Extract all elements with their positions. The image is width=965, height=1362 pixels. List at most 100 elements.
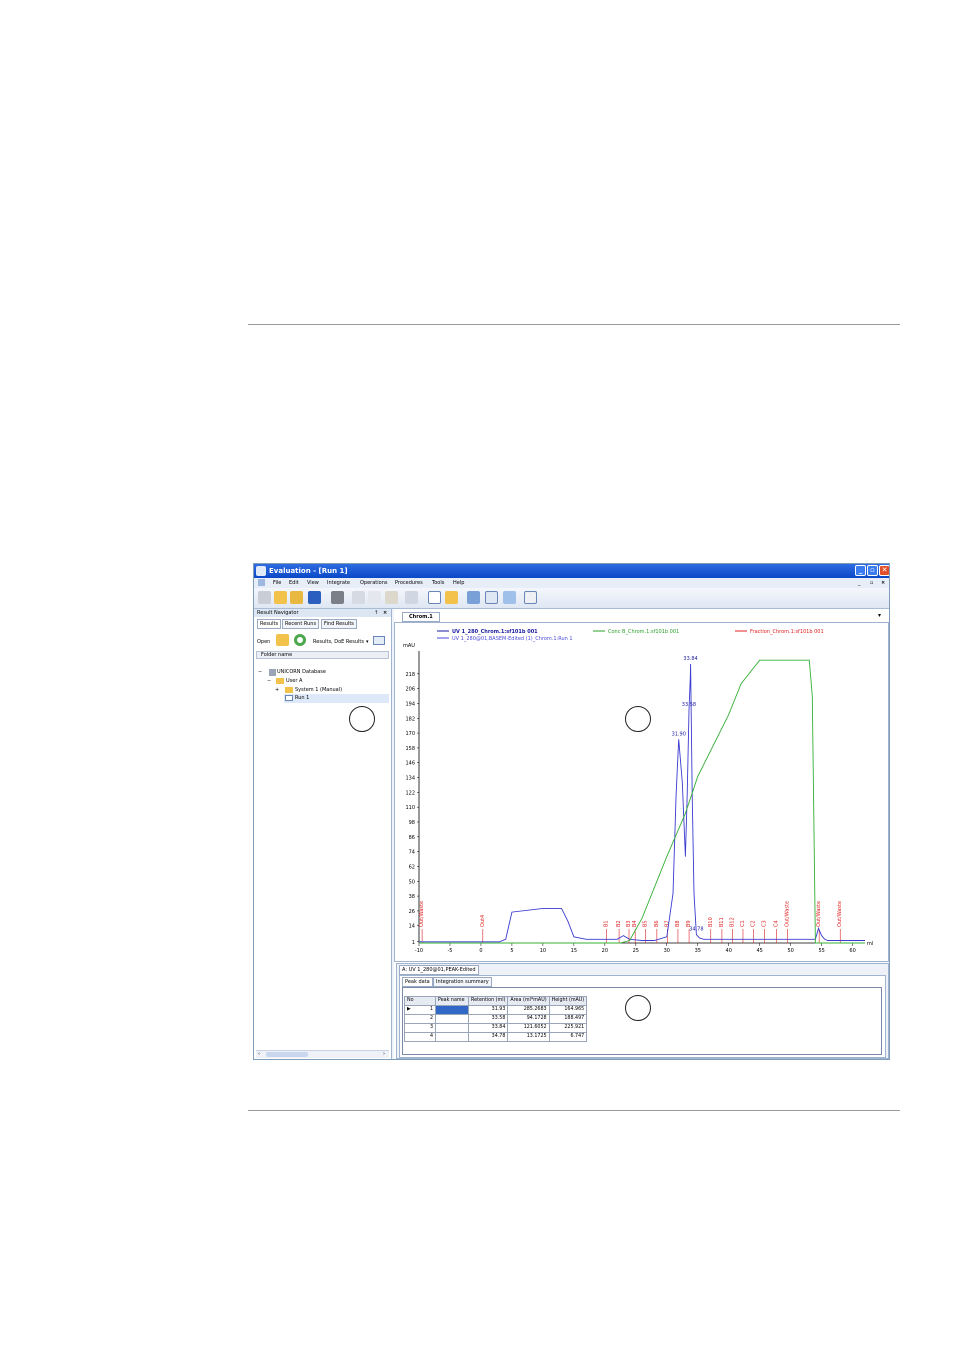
peak-table-icon[interactable] <box>503 591 516 604</box>
fraction-label: B2 <box>616 920 622 927</box>
x-axis-label: ml <box>867 941 873 947</box>
menu-help[interactable]: Help <box>453 578 464 588</box>
view-options-icon[interactable] <box>373 636 385 645</box>
top-rule <box>248 324 900 325</box>
open-multiple-icon[interactable] <box>290 591 303 604</box>
callout-circle-chart <box>625 706 651 732</box>
mdi-minimize-icon[interactable]: _ <box>858 578 861 588</box>
menu-view[interactable]: View <box>307 578 319 588</box>
peak-label-icon[interactable] <box>485 591 498 604</box>
navigator-close-icon[interactable]: × <box>383 609 387 617</box>
peak-name-cell[interactable] <box>435 1032 469 1042</box>
legend-entry: Fraction_Chrom.1:sf101b 001 <box>750 629 824 635</box>
col-peak-name[interactable]: Peak name <box>435 996 469 1006</box>
bottom-rule <box>248 1110 900 1111</box>
tree-item-database[interactable]: UNICORN Database <box>277 668 326 676</box>
menu-edit[interactable]: Edit <box>289 578 299 588</box>
tab-recent-runs[interactable]: Recent Runs <box>282 619 320 629</box>
pin-icon[interactable]: ↑ <box>374 609 378 617</box>
print-icon[interactable] <box>331 591 344 604</box>
peak-name-cell-selected[interactable] <box>435 1005 469 1015</box>
pane-dropdown-icon[interactable]: ▾ <box>878 612 881 619</box>
y-tick-label: 170 <box>405 731 415 737</box>
folder-icon <box>285 687 293 693</box>
fraction-label: B3 <box>626 920 632 927</box>
horizontal-scrollbar[interactable]: ‹ › <box>256 1050 389 1058</box>
run-icon <box>285 695 293 701</box>
tab-results[interactable]: Results <box>257 619 282 629</box>
height-cell: 188.497 <box>548 1014 588 1024</box>
toolbar <box>254 588 889 609</box>
peak-label: 31.90 <box>672 731 686 737</box>
y-tick-label: 134 <box>405 776 415 782</box>
peak-name-cell[interactable] <box>435 1014 469 1024</box>
table-row[interactable]: 2 33.58 94.1728 188.497 <box>404 1014 588 1024</box>
x-tick-label: 15 <box>571 948 577 954</box>
x-tick-label: -10 <box>415 948 423 954</box>
integrate-icon[interactable] <box>467 591 480 604</box>
minimize-button[interactable]: _ <box>855 565 866 576</box>
y-tick-label: 122 <box>405 790 415 796</box>
table-row[interactable]: ▶ 1 31.93 285.2683 164.965 <box>404 1005 588 1015</box>
filter-dropdown-icon[interactable]: ▾ <box>366 638 369 646</box>
col-retention[interactable]: Retention (ml) <box>467 996 509 1006</box>
report-icon[interactable] <box>524 591 537 604</box>
tab-peak-table[interactable]: A: UV 1_280@01,PEAK-Edited <box>399 965 479 975</box>
mdi-close-icon[interactable]: × <box>881 578 885 588</box>
scroll-left-icon[interactable]: ‹ <box>258 1050 260 1058</box>
layout-icon[interactable] <box>445 591 458 604</box>
tab-find-results[interactable]: Find Results <box>321 619 357 629</box>
scroll-right-icon[interactable]: › <box>383 1050 385 1058</box>
retention-cell: 34.78 <box>467 1032 509 1042</box>
cut-icon[interactable] <box>352 591 365 604</box>
y-tick-label: 26 <box>409 909 415 915</box>
mdi-restore-icon[interactable]: ▫ <box>870 578 873 588</box>
open-folder-button-icon[interactable] <box>276 634 289 646</box>
tree-expander-user[interactable]: − <box>267 677 271 685</box>
refresh-icon[interactable] <box>294 634 306 646</box>
col-height[interactable]: Height (mAU) <box>548 996 588 1006</box>
chromatogram-icon[interactable] <box>428 591 441 604</box>
tab-peak-data[interactable]: Peak data <box>402 977 433 987</box>
menu-tools[interactable]: Tools <box>432 578 444 588</box>
undo-icon[interactable] <box>405 591 418 604</box>
open-folder-icon[interactable] <box>274 591 287 604</box>
menu-operations[interactable]: Operations <box>360 578 388 588</box>
col-area[interactable]: Area (ml*mAU) <box>507 996 550 1006</box>
menu-procedures[interactable]: Procedures <box>395 578 423 588</box>
tree-item-run-selected[interactable]: Run 1 <box>284 694 389 703</box>
table-row[interactable]: 4 34.78 13.1725 6.747 <box>404 1032 588 1042</box>
tab-integration-summary[interactable]: Integration summary <box>433 977 492 987</box>
paste-icon[interactable] <box>385 591 398 604</box>
menu-integrate[interactable]: Integrate <box>327 578 350 588</box>
x-tick-label: 45 <box>757 948 763 954</box>
save-icon[interactable] <box>308 591 321 604</box>
table-row[interactable]: 3 33.84 121.6052 225.921 <box>404 1023 588 1033</box>
fraction-label: B7 <box>664 920 670 927</box>
tree-expander-system[interactable]: + <box>275 686 279 694</box>
menu-file[interactable]: File <box>273 578 281 588</box>
maximize-button[interactable]: ▫ <box>867 565 878 576</box>
tree-item-system[interactable]: System 1 (Manual) <box>295 686 342 694</box>
col-no[interactable]: No <box>404 996 436 1006</box>
row-no: 4 <box>404 1032 436 1042</box>
x-tick-label: 5 <box>510 948 513 954</box>
results-filter-select[interactable]: Results, DoE Results <box>313 638 364 646</box>
tree-expander-database[interactable]: − <box>258 668 262 676</box>
back-icon[interactable] <box>258 591 271 604</box>
y-tick-label: 86 <box>409 835 415 841</box>
series-line <box>419 659 865 944</box>
open-label[interactable]: Open <box>257 638 270 646</box>
close-button[interactable]: ✕ <box>879 565 889 576</box>
x-tick-label: 25 <box>633 948 639 954</box>
tree-item-user[interactable]: User A <box>286 677 302 685</box>
fraction-label: B6 <box>654 920 660 927</box>
tab-chrom1[interactable]: Chrom.1 <box>402 612 440 622</box>
y-tick-label: 110 <box>405 805 415 811</box>
copy-icon[interactable] <box>368 591 381 604</box>
y-tick-label: 194 <box>405 701 415 707</box>
scroll-thumb[interactable] <box>266 1052 308 1057</box>
y-tick-label: 74 <box>409 850 415 856</box>
peak-table-header: No Peak name Retention (ml) Area (ml*mAU… <box>404 996 588 1006</box>
peak-name-cell[interactable] <box>435 1023 469 1033</box>
